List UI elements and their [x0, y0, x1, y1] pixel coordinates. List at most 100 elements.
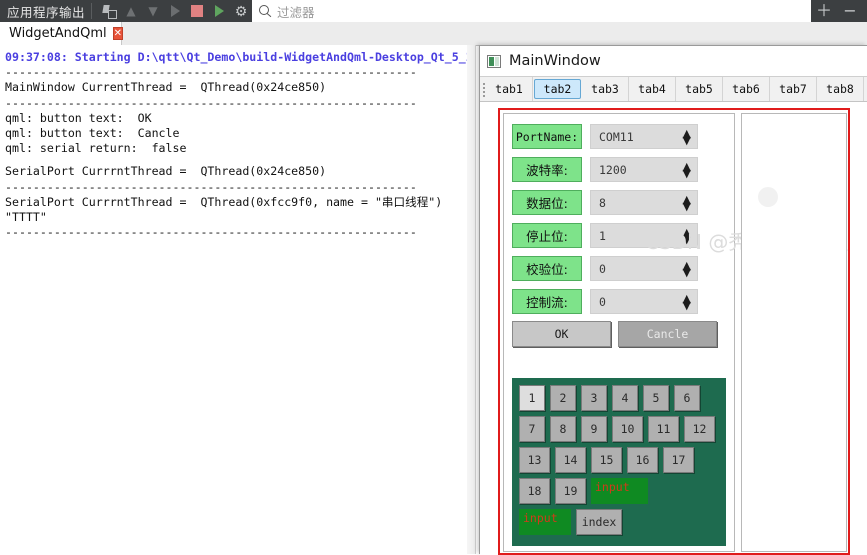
spinbox-arrows-icon[interactable]: ▲ ▼ [683, 293, 691, 311]
grid-button-3[interactable]: 3 [581, 385, 607, 411]
console-line: MainWindow CurrentThread = QThread(0x24c… [5, 80, 327, 95]
chevron-up-icon[interactable]: ▲ [120, 0, 142, 22]
run-icon[interactable] [164, 0, 186, 22]
run-debug-icon[interactable] [208, 0, 230, 22]
grid-input-field[interactable]: input [519, 509, 571, 535]
spinbox[interactable]: 0 ▲ ▼ [590, 289, 698, 314]
mainwindow-body: PortName: COM11 ▲ ▼ 波特率: 1200 ▲ ▼ 数据位: 8 ▲ ▼ 停止位: 1 ▲ ▼… [480, 102, 867, 555]
toolbar-divider [91, 3, 93, 19]
grid-button-6[interactable]: 6 [674, 385, 700, 411]
console-line: qml: button text: Cancle [5, 126, 180, 141]
spinbox-value: 0 [599, 261, 606, 276]
form-label: PortName: [512, 124, 582, 149]
console-scrollbar[interactable] [467, 45, 475, 554]
settings-gear-icon[interactable]: ⚙ [230, 0, 252, 22]
grid-row: 123456 [519, 385, 726, 411]
grid-button-17[interactable]: 17 [663, 447, 694, 473]
console-output[interactable]: 09:37:08: Starting D:\qtt\Qt_Demo\build-… [0, 45, 467, 554]
console-line-list: 09:37:08: Starting D:\qtt\Qt_Demo\build-… [0, 45, 467, 240]
grid-button-index[interactable]: index [576, 509, 622, 535]
tab-tab4[interactable]: tab4 [629, 77, 676, 101]
form-row: 停止位: 1 ▲ ▼ [512, 222, 726, 249]
spinbox-value: 0 [599, 294, 606, 309]
console-line: SerialPort CurrrntThread = QThread(0xfcc… [5, 194, 443, 209]
spinbox[interactable]: 1200 ▲ ▼ [590, 157, 698, 182]
grid-button-14[interactable]: 14 [555, 447, 586, 473]
console-line: SerialPort CurrrntThread = QThread(0x24c… [5, 164, 327, 179]
grid-button-4[interactable]: 4 [612, 385, 638, 411]
console-line: qml: serial return: false [5, 141, 187, 156]
form-row: 波特率: 1200 ▲ ▼ [512, 156, 726, 183]
spinbox-value: 8 [599, 195, 606, 210]
grid-row: 7 8 9 10 11 12 [519, 416, 726, 442]
grid-row: input index [519, 509, 726, 535]
grid-row: 13 14 15 16 17 [519, 447, 726, 473]
spinbox-value: 1 [599, 228, 606, 243]
minimize-button[interactable]: − [837, 0, 863, 22]
console-right-border [475, 45, 476, 554]
tab-tab1[interactable]: tab1 [486, 77, 533, 101]
app-window-icon [487, 54, 501, 68]
placeholder-circle [758, 187, 778, 207]
cancel-button[interactable]: Cancle [618, 321, 717, 347]
form-row: 数据位: 8 ▲ ▼ [512, 189, 726, 216]
tab-tab8[interactable]: tab8 [817, 77, 864, 101]
mainwindow-title: MainWindow [509, 53, 601, 69]
form-row: 控制流: 0 ▲ ▼ [512, 288, 726, 315]
spinbox-arrows-icon[interactable]: ▲ ▼ [683, 260, 691, 278]
spinbox[interactable]: 8 ▲ ▼ [590, 190, 698, 215]
grid-button-1[interactable]: 1 [519, 385, 545, 411]
attach-to-process-icon[interactable] [98, 0, 120, 22]
ok-button[interactable]: OK [512, 321, 611, 347]
grid-button-12[interactable]: 12 [684, 416, 715, 442]
window-buttons: ＋ − [811, 0, 867, 22]
grid-row: 18 19 input [519, 478, 726, 504]
grid-button-7[interactable]: 7 [519, 416, 545, 442]
serial-config-pane: PortName: COM11 ▲ ▼ 波特率: 1200 ▲ ▼ 数据位: 8 ▲ ▼ 停止位: 1 ▲ ▼… [503, 113, 848, 552]
tab-tab2[interactable]: tab2 [534, 79, 581, 99]
close-icon[interactable]: ✕ [112, 27, 124, 40]
tab-tab7[interactable]: tab7 [770, 77, 817, 101]
splitter-container: PortName: COM11 ▲ ▼ 波特率: 1200 ▲ ▼ 数据位: 8 ▲ ▼ 停止位: 1 ▲ ▼… [503, 113, 848, 552]
grid-button-18[interactable]: 18 [519, 478, 550, 504]
spinbox-arrows-icon[interactable]: ▲ ▼ [683, 128, 691, 146]
spinbox-arrows-icon[interactable]: ▲ ▼ [683, 227, 691, 245]
stop-icon[interactable] [186, 0, 208, 22]
red-outline-frame: PortName: COM11 ▲ ▼ 波特率: 1200 ▲ ▼ 数据位: 8 ▲ ▼ 停止位: 1 ▲ ▼… [498, 108, 850, 555]
output-tab-label: WidgetAndQml [9, 26, 107, 41]
spinbox-arrows-icon[interactable]: ▲ ▼ [683, 194, 691, 212]
grid-button-10[interactable]: 10 [612, 416, 643, 442]
grid-button-15[interactable]: 15 [591, 447, 622, 473]
filter-input[interactable]: 过滤器 [252, 0, 811, 22]
grid-button-8[interactable]: 8 [550, 416, 576, 442]
mainwindow-tabbar: tab1 tab2 tab3 tab4 tab5 tab6 tab7 tab8 [480, 76, 867, 102]
spinbox[interactable]: COM11 ▲ ▼ [590, 124, 698, 149]
grid-button-5[interactable]: 5 [643, 385, 669, 411]
chevron-down-icon[interactable]: ▼ [142, 0, 164, 22]
filter-placeholder: 过滤器 [277, 4, 315, 20]
grid-button-9[interactable]: 9 [581, 416, 607, 442]
form-row: 校验位: 0 ▲ ▼ [512, 255, 726, 282]
grid-button-11[interactable]: 11 [648, 416, 679, 442]
output-pane-toolbar: 应用程序输出 ▲ ▼ ⚙ 过滤器 ＋ − [0, 0, 867, 22]
spinbox[interactable]: 0 ▲ ▼ [590, 256, 698, 281]
maximize-button[interactable]: ＋ [811, 0, 837, 22]
grid-button-19[interactable]: 19 [555, 478, 586, 504]
spinbox-arrows-icon[interactable]: ▲ ▼ [683, 161, 691, 179]
console-line: ----------------------------------------… [5, 225, 417, 240]
form-button-row: OK Cancle [512, 321, 726, 347]
spinbox[interactable]: 1 ▲ ▼ [590, 223, 698, 248]
form-label: 数据位: [512, 190, 582, 215]
console-line: 09:37:08: Starting D:\qtt\Qt_Demo\build-… [5, 50, 467, 64]
grid-button-16[interactable]: 16 [627, 447, 658, 473]
console-line: qml: button text: OK [5, 110, 152, 125]
form-label: 控制流: [512, 289, 582, 314]
output-tab-widgetandqml[interactable]: WidgetAndQml ✕ [0, 22, 124, 45]
tab-tab6[interactable]: tab6 [723, 77, 770, 101]
grid-button-13[interactable]: 13 [519, 447, 550, 473]
grid-button-2[interactable]: 2 [550, 385, 576, 411]
tab-tab3[interactable]: tab3 [582, 77, 629, 101]
tab-tab5[interactable]: tab5 [676, 77, 723, 101]
grid-input-field[interactable]: input [591, 478, 648, 504]
